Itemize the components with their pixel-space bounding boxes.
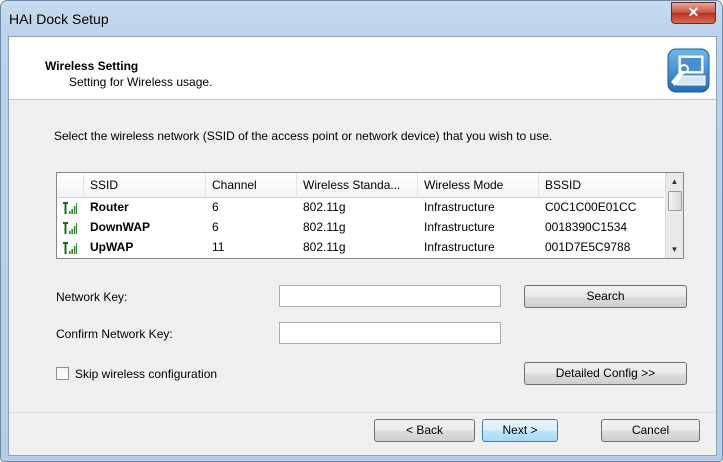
mode-cell: Infrastructure [424,200,495,214]
network-setup-icon [667,48,710,93]
column-header-bssid[interactable]: BSSID [539,173,664,197]
instruction-text: Select the wireless network (SSID of the… [54,129,553,143]
window-title: HAI Dock Setup [9,11,109,27]
column-header-ssid[interactable]: SSID [84,173,206,197]
network-key-label: Network Key: [56,290,128,304]
bssid-cell: 001D7E5C9788 [545,240,631,254]
channel-cell: 6 [212,220,219,234]
detailed-config-button[interactable]: Detailed Config >> [524,362,687,385]
title-bar: HAI Dock Setup ✕ [1,1,722,37]
footer-divider [9,412,716,413]
close-button[interactable]: ✕ [671,2,716,24]
scroll-thumb[interactable] [668,191,682,211]
signal-strength-icon [63,242,77,254]
column-header-mode[interactable]: Wireless Mode [418,173,539,197]
bssid-cell: C0C1C00E01CC [545,200,637,214]
channel-cell: 11 [212,240,225,254]
mode-cell: Infrastructure [424,240,495,254]
cancel-button[interactable]: Cancel [601,419,700,442]
list-header: SSID Channel Wireless Standa... Wireless… [57,173,664,198]
page-title: Wireless Setting [45,59,139,73]
column-header-channel[interactable]: Channel [206,173,297,197]
standard-cell: 802.11g [303,240,346,254]
skip-wireless-label[interactable]: Skip wireless configuration [75,367,217,381]
column-header-standard[interactable]: Wireless Standa... [297,173,418,197]
page-subtitle: Setting for Wireless usage. [69,75,213,89]
setup-window: HAI Dock Setup ✕ Wireless Setting Settin… [0,0,723,462]
scroll-down-icon[interactable]: ▼ [666,241,683,258]
table-row[interactable]: Router 6 802.11g Infrastructure C0C1C00E… [57,197,664,217]
ssid-cell: DownWAP [90,220,150,234]
signal-strength-icon [63,202,77,214]
column-header-icon[interactable] [57,173,84,197]
confirm-key-label: Confirm Network Key: [56,327,173,341]
ssid-cell: Router [90,200,129,214]
network-key-field[interactable] [279,285,501,307]
next-button[interactable]: Next > [482,419,558,442]
wizard-client-area: Wireless Setting Setting for Wireless us… [8,36,717,456]
mode-cell: Infrastructure [424,220,495,234]
standard-cell: 802.11g [303,220,346,234]
close-icon[interactable]: ✕ [672,3,715,22]
table-row[interactable]: DownWAP 6 802.11g Infrastructure 0018390… [57,217,664,237]
bssid-cell: 0018390C1534 [545,220,628,234]
ssid-cell: UpWAP [90,240,134,254]
list-scrollbar[interactable]: ▲ ▼ [665,173,683,258]
scroll-up-icon[interactable]: ▲ [666,173,683,190]
standard-cell: 802.11g [303,200,346,214]
skip-wireless-checkbox[interactable] [56,367,69,380]
wizard-header: Wireless Setting Setting for Wireless us… [9,37,716,100]
back-button[interactable]: < Back [374,419,475,442]
search-button[interactable]: Search [524,285,687,308]
signal-strength-icon [63,222,77,234]
confirm-key-field[interactable] [279,322,501,344]
table-row[interactable]: UpWAP 11 802.11g Infrastructure 001D7E5C… [57,237,664,257]
channel-cell: 6 [212,200,219,214]
network-list[interactable]: SSID Channel Wireless Standa... Wireless… [56,172,684,259]
